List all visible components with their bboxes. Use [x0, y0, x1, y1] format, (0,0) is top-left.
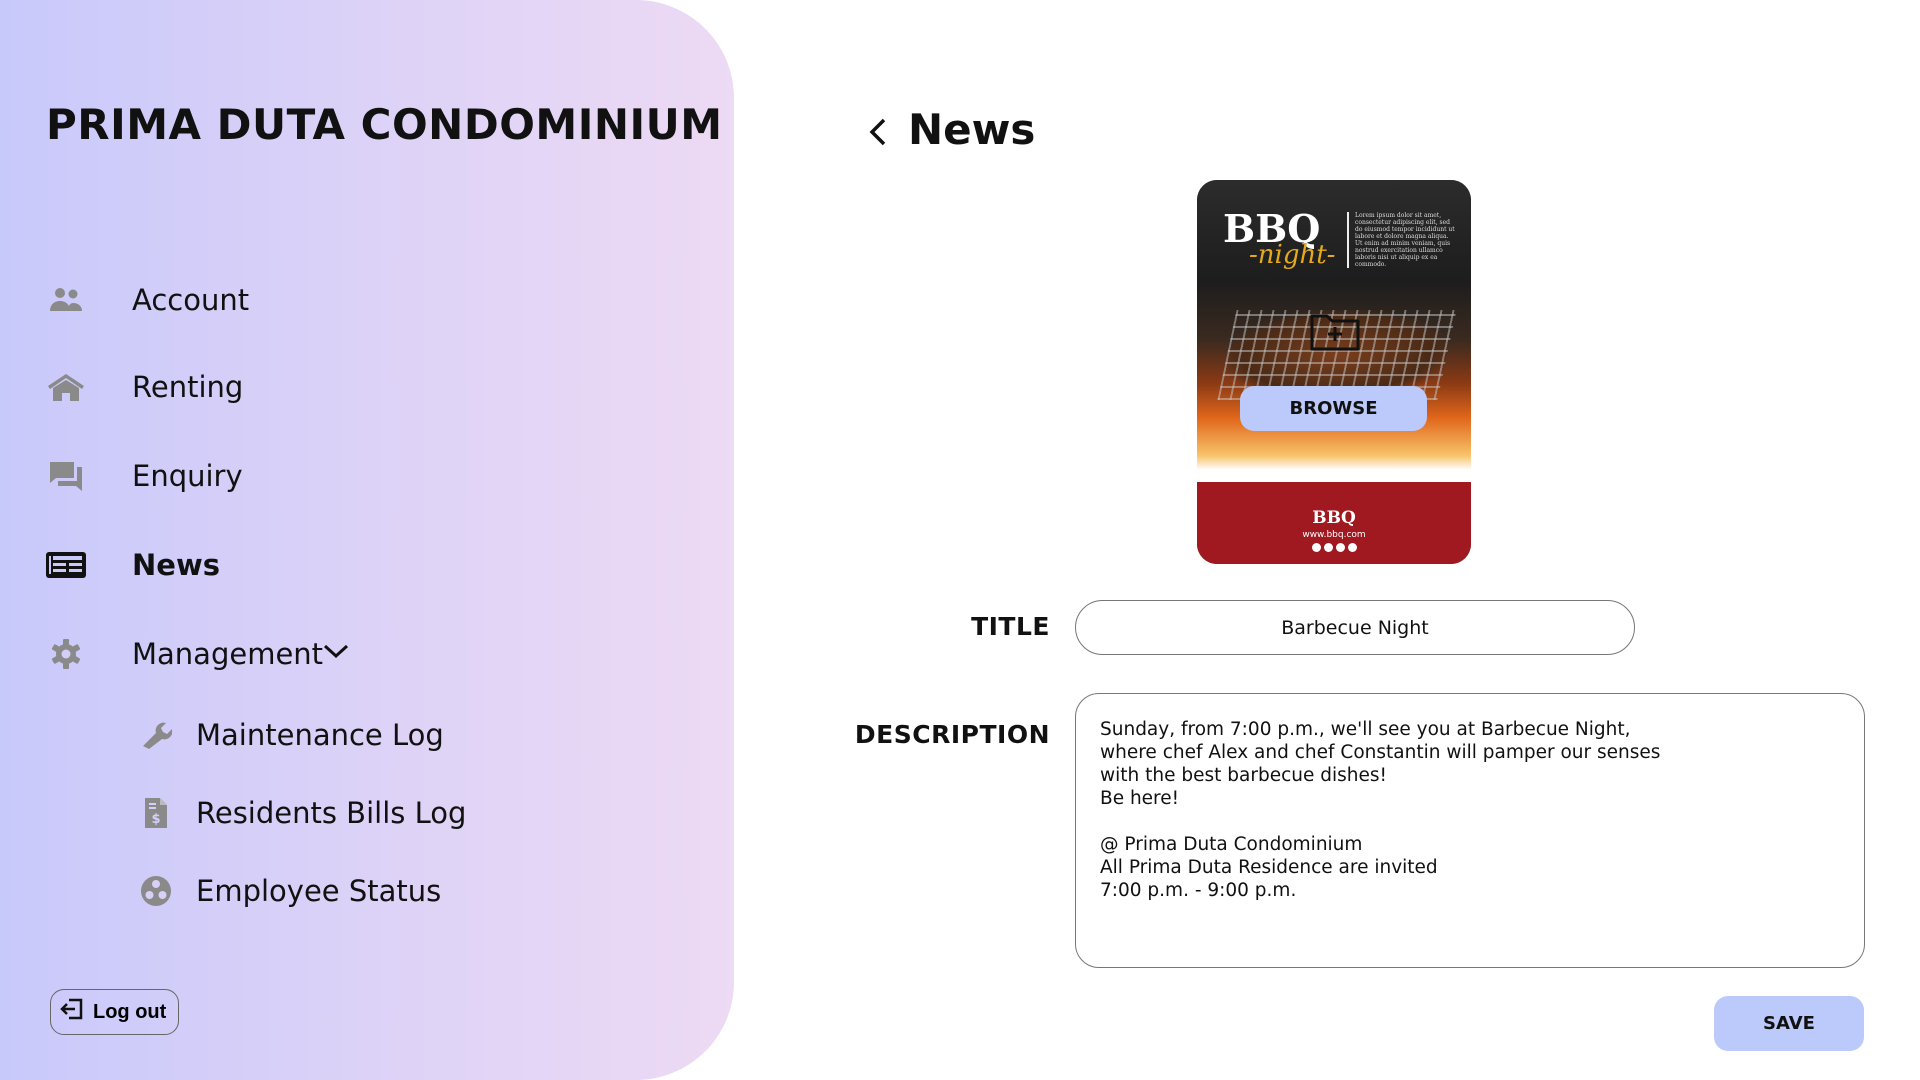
logout-label: Log out — [93, 1000, 167, 1023]
sidebar-item-label: Enquiry — [132, 459, 243, 493]
sidebar-item-label: Maintenance Log — [196, 718, 444, 752]
sidebar-subitem-employee-status[interactable]: Employee Status — [134, 866, 454, 916]
news-image-preview: BBQ -night- Lorem ipsum dolor sit amet, … — [1197, 180, 1471, 564]
poster-footer: BBQ www.bbq.com — [1197, 482, 1471, 564]
chevron-down-icon[interactable] — [323, 643, 349, 663]
sidebar-item-news[interactable]: News — [44, 540, 344, 590]
sidebar-item-renting[interactable]: Renting — [44, 362, 344, 412]
group-icon — [134, 869, 178, 913]
people-icon — [44, 278, 88, 322]
sidebar-item-label: Management — [132, 637, 324, 671]
sidebar-item-label: Employee Status — [196, 874, 442, 908]
svg-text:$: $ — [151, 812, 160, 827]
sidebar-item-account[interactable]: Account — [44, 275, 344, 325]
title-input[interactable] — [1075, 600, 1635, 655]
sidebar-item-label: Account — [132, 283, 250, 317]
bill-icon: $ — [134, 791, 178, 835]
gear-icon — [44, 632, 88, 676]
poster-divider — [1197, 470, 1471, 482]
chevron-left-icon — [869, 118, 886, 146]
sidebar-item-management[interactable]: Management — [44, 629, 364, 679]
sidebar-item-enquiry[interactable]: Enquiry — [44, 451, 344, 501]
logout-button[interactable]: Log out — [50, 989, 179, 1035]
sidebar-item-label: Residents Bills Log — [196, 796, 467, 830]
brand-title: PRIMA DUTA CONDOMINIUM — [46, 100, 723, 149]
save-button[interactable]: SAVE — [1714, 996, 1864, 1051]
sidebar-item-label: News — [132, 548, 220, 582]
poster-blurb: Lorem ipsum dolor sit amet, consectetur … — [1347, 212, 1457, 268]
title-label: TITLE — [971, 612, 1050, 641]
logout-icon — [59, 998, 83, 1026]
home-icon — [44, 365, 88, 409]
folder-add-icon — [1310, 313, 1360, 355]
poster-footer-url: www.bbq.com — [1302, 530, 1366, 540]
description-textarea[interactable]: Sunday, from 7:00 p.m., we'll see you at… — [1075, 693, 1865, 968]
sidebar-subitem-maintenance-log[interactable]: Maintenance Log — [134, 710, 454, 760]
chat-icon — [44, 454, 88, 498]
wrench-icon — [134, 713, 178, 757]
newspaper-icon — [44, 543, 88, 587]
sidebar: PRIMA DUTA CONDOMINIUM Account Renting E… — [0, 0, 734, 1080]
sidebar-item-label: Renting — [132, 370, 244, 404]
description-label: DESCRIPTION — [854, 720, 1050, 749]
browse-button[interactable]: BROWSE — [1240, 386, 1427, 431]
sidebar-subitem-residents-bills-log[interactable]: $ Residents Bills Log — [134, 788, 474, 838]
poster-footer-logo: BBQ — [1312, 508, 1356, 528]
social-icons — [1197, 543, 1471, 552]
page-title: News — [908, 105, 1036, 154]
poster-logo-sub: -night- — [1249, 240, 1336, 270]
back-button[interactable] — [862, 115, 896, 149]
